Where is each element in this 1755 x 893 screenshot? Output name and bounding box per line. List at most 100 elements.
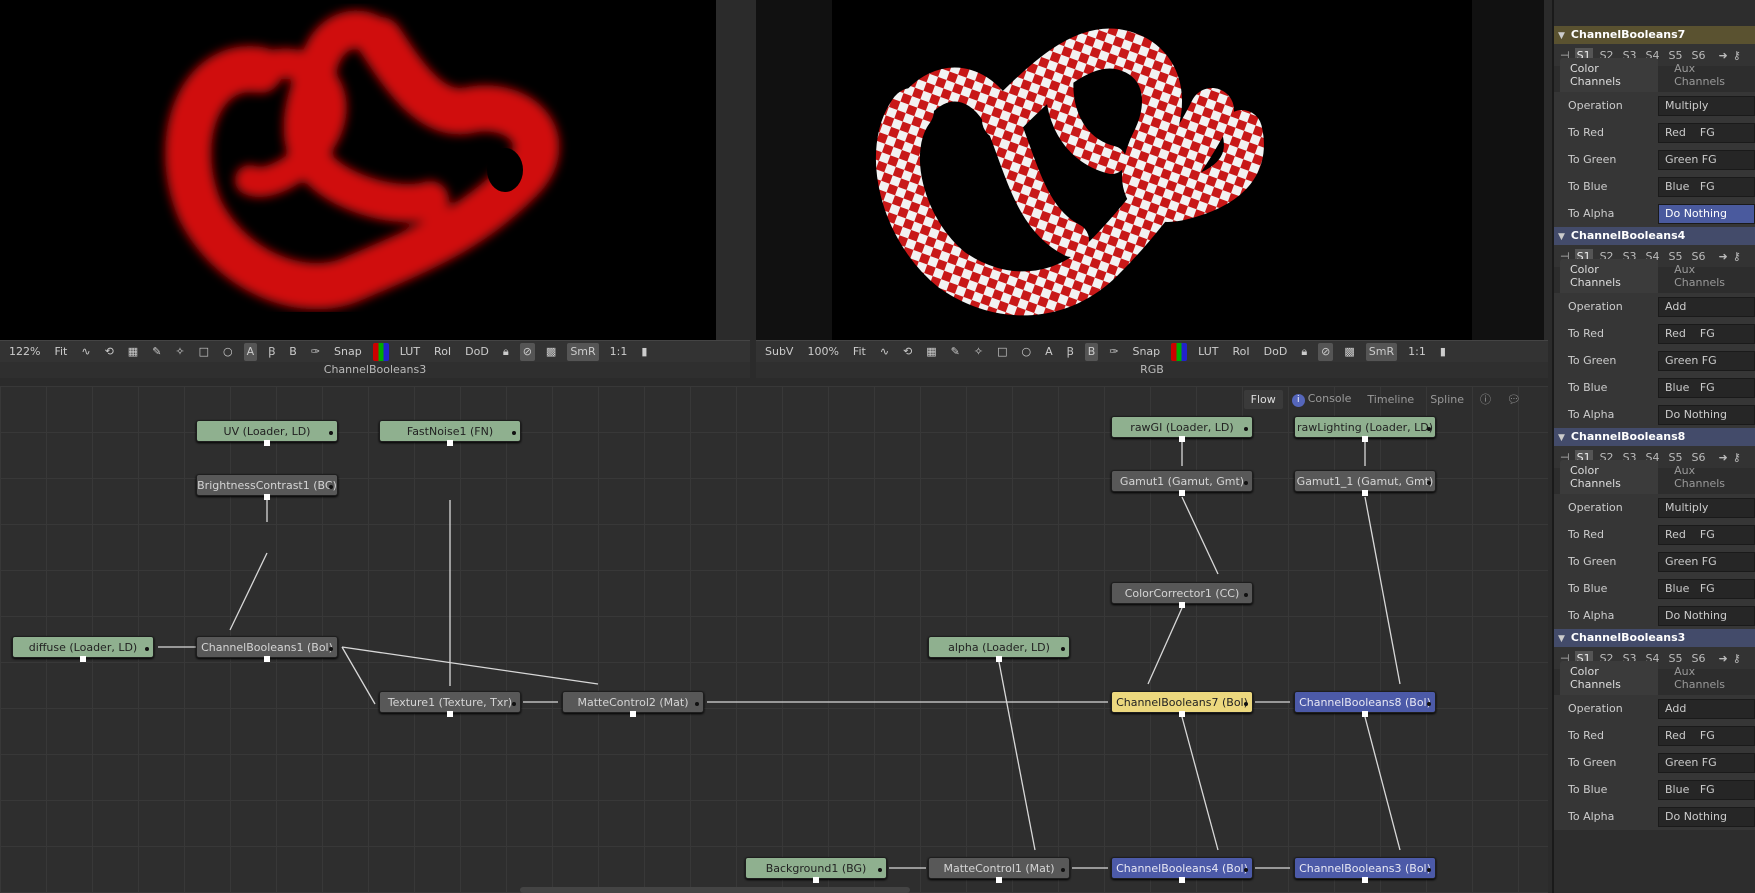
- bars-icon[interactable]: ▮: [1437, 343, 1449, 361]
- to-blue-field[interactable]: Blue FG: [1658, 578, 1755, 599]
- node-brightness-contrast[interactable]: BrightnessContrast1 (BC): [196, 474, 338, 496]
- node-fastnoise[interactable]: FastNoise1 (FN): [379, 420, 521, 442]
- output-pin[interactable]: [80, 656, 86, 662]
- subv-button[interactable]: SubV: [762, 343, 796, 361]
- node-channelbooleans8[interactable]: ChannelBooleans8 (Bol): [1294, 691, 1436, 713]
- section-header[interactable]: ▼ ChannelBooleans7: [1554, 26, 1755, 44]
- color-channel-icon[interactable]: [372, 342, 389, 361]
- output-pin[interactable]: [1179, 602, 1185, 608]
- output-pin[interactable]: [1179, 877, 1185, 883]
- zoom-control[interactable]: 100%: [804, 343, 841, 361]
- collapse-triangle-icon[interactable]: ▼: [1558, 634, 1565, 644]
- text-tool-icon[interactable]: A: [243, 342, 258, 361]
- output-pin[interactable]: [264, 656, 270, 662]
- output-pin[interactable]: [447, 711, 453, 717]
- left-viewer[interactable]: [0, 0, 716, 340]
- lut-button[interactable]: LUT: [1195, 343, 1221, 361]
- flow-horizontal-scrollbar[interactable]: [520, 887, 910, 893]
- roi-button[interactable]: RoI: [431, 343, 454, 361]
- section-header[interactable]: ▼ ChannelBooleans4: [1554, 227, 1755, 245]
- node-gamut1-1[interactable]: Gamut1_1 (Gamut, Gmt): [1294, 470, 1436, 492]
- circle-icon[interactable]: ○: [220, 343, 236, 361]
- lock-icon[interactable]: 🔒︎: [500, 343, 512, 361]
- node-channelbooleans3[interactable]: ChannelBooleans3 (Bol): [1294, 857, 1436, 879]
- comment-icon[interactable]: 💬︎: [1500, 390, 1528, 409]
- checker-icon[interactable]: ⊘: [519, 342, 535, 361]
- node-alpha-loader[interactable]: alpha (Loader, LD): [928, 636, 1070, 658]
- node-mattecontrol1[interactable]: MatteControl1 (Mat): [928, 857, 1070, 879]
- wand-icon[interactable]: ✧: [971, 343, 986, 361]
- to-blue-field[interactable]: Blue FG: [1658, 779, 1755, 800]
- node-gamut1[interactable]: Gamut1 (Gamut, Gmt): [1111, 470, 1253, 492]
- output-pin[interactable]: [264, 440, 270, 446]
- collapse-triangle-icon[interactable]: ▼: [1558, 433, 1565, 443]
- tab-timeline[interactable]: Timeline: [1360, 390, 1421, 409]
- tab-color-channels[interactable]: Color Channels: [1560, 460, 1659, 494]
- output-pin[interactable]: [1362, 711, 1368, 717]
- right-viewer[interactable]: [832, 0, 1472, 340]
- circle-icon[interactable]: ○: [1019, 343, 1035, 361]
- checkerboard-icon[interactable]: ▩: [1341, 343, 1357, 361]
- info-circle-icon[interactable]: ⓘ: [1473, 388, 1498, 410]
- snap-button[interactable]: Snap: [1129, 343, 1163, 361]
- node-rawlighting-loader[interactable]: rawLighting (Loader, LD): [1294, 416, 1436, 438]
- output-pin[interactable]: [1179, 490, 1185, 496]
- rectangle-icon[interactable]: □: [196, 343, 212, 361]
- tab-aux-channels[interactable]: Aux Channels: [1664, 58, 1755, 92]
- output-pin[interactable]: [630, 711, 636, 717]
- ratio-button[interactable]: 1:1: [1405, 343, 1429, 361]
- output-pin[interactable]: [447, 440, 453, 446]
- tab-aux-channels[interactable]: Aux Channels: [1664, 259, 1755, 293]
- node-rawgi-loader[interactable]: rawGI (Loader, LD): [1111, 416, 1253, 438]
- ratio-button[interactable]: 1:1: [607, 343, 631, 361]
- to-blue-field[interactable]: Blue FG: [1658, 176, 1755, 197]
- wand-icon[interactable]: ✧: [172, 343, 187, 361]
- node-uv-loader[interactable]: UV (Loader, LD): [196, 420, 338, 442]
- grid-icon[interactable]: ▦: [923, 343, 939, 361]
- output-pin[interactable]: [1362, 490, 1368, 496]
- pen-icon[interactable]: ✑: [1106, 343, 1121, 361]
- to-red-field[interactable]: Red FG: [1658, 524, 1755, 545]
- to-green-field[interactable]: Green FG: [1658, 752, 1755, 773]
- zoom-control[interactable]: 122%: [6, 343, 43, 361]
- node-mattecontrol2[interactable]: MatteControl2 (Mat): [562, 691, 704, 713]
- collapse-triangle-icon[interactable]: ▼: [1558, 232, 1565, 242]
- operation-field[interactable]: Multiply: [1658, 497, 1755, 518]
- text-tool-icon[interactable]: A: [1042, 343, 1056, 361]
- tab-color-channels[interactable]: Color Channels: [1560, 661, 1659, 695]
- curve-icon[interactable]: ∿: [877, 343, 892, 361]
- operation-field[interactable]: Add: [1658, 698, 1755, 719]
- bold-icon[interactable]: B: [1084, 342, 1099, 361]
- lut-button[interactable]: LUT: [397, 343, 423, 361]
- paint-icon[interactable]: ✎: [948, 343, 963, 361]
- smr-button[interactable]: SmR: [1365, 342, 1398, 361]
- tab-spline[interactable]: Spline: [1423, 390, 1471, 409]
- flow-editor[interactable]: Flow i Console Timeline Spline ⓘ 💬︎ UV (L…: [0, 386, 1548, 893]
- node-channelbooleans1[interactable]: ChannelBooleans1 (Bol): [196, 636, 338, 658]
- smr-button[interactable]: SmR: [567, 342, 599, 361]
- node-colorcorrector1[interactable]: ColorCorrector1 (CC): [1111, 582, 1253, 604]
- output-pin[interactable]: [996, 656, 1002, 662]
- checker-icon[interactable]: ⊘: [1318, 342, 1334, 361]
- paint-icon[interactable]: ✎: [149, 343, 164, 361]
- polyline-icon[interactable]: ⟲: [102, 343, 117, 361]
- dod-button[interactable]: DoD: [1261, 343, 1291, 361]
- to-red-field[interactable]: Red FG: [1658, 122, 1755, 143]
- output-pin[interactable]: [996, 877, 1002, 883]
- to-green-field[interactable]: Green FG: [1658, 551, 1755, 572]
- output-pin[interactable]: [1362, 877, 1368, 883]
- checkerboard-icon[interactable]: ▩: [543, 343, 559, 361]
- node-channelbooleans4[interactable]: ChannelBooleans4 (Bol): [1111, 857, 1253, 879]
- polyline-icon[interactable]: ⟲: [900, 343, 915, 361]
- to-alpha-field[interactable]: Do Nothing: [1658, 203, 1755, 224]
- node-diffuse-loader[interactable]: diffuse (Loader, LD): [12, 636, 154, 658]
- section-header[interactable]: ▼ ChannelBooleans3: [1554, 629, 1755, 647]
- to-alpha-field[interactable]: Do Nothing: [1658, 806, 1755, 827]
- rectangle-icon[interactable]: □: [994, 343, 1010, 361]
- snap-button[interactable]: Snap: [331, 343, 365, 361]
- output-pin[interactable]: [1362, 436, 1368, 442]
- operation-field[interactable]: Multiply: [1658, 95, 1755, 116]
- to-green-field[interactable]: Green FG: [1658, 350, 1755, 371]
- output-pin[interactable]: [1179, 436, 1185, 442]
- tab-aux-channels[interactable]: Aux Channels: [1664, 460, 1755, 494]
